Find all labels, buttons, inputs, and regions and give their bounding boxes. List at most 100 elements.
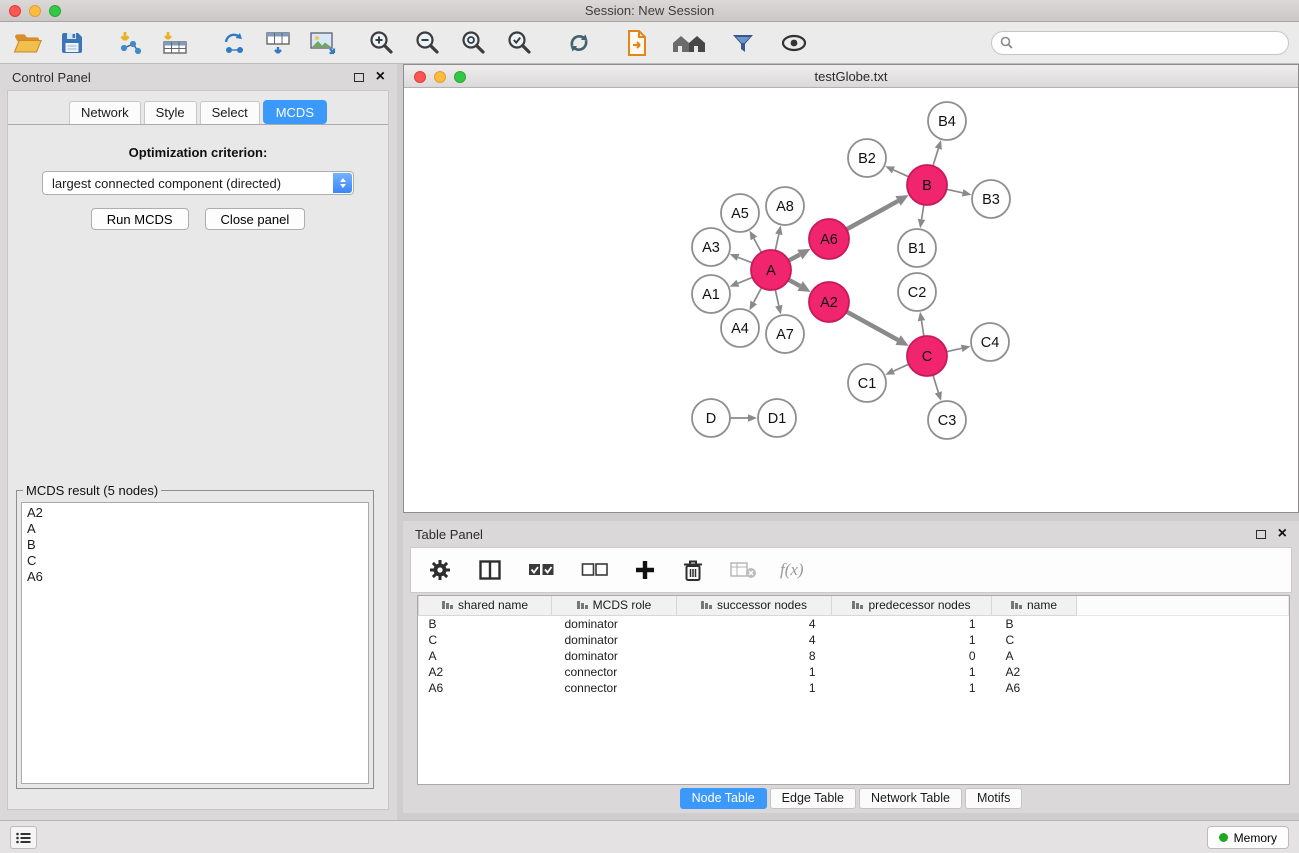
graph-node-A5[interactable]: A5 — [721, 194, 759, 232]
graph-node-B1[interactable]: B1 — [898, 229, 936, 267]
graph-edge[interactable] — [933, 375, 938, 392]
graph-edge[interactable] — [738, 277, 753, 283]
table-row[interactable]: Adominator80A — [419, 648, 1289, 664]
refresh-view-button[interactable] — [562, 28, 596, 58]
table-row[interactable]: A2connector11A2 — [419, 664, 1289, 680]
close-network-window-button[interactable] — [414, 71, 426, 83]
float-panel-icon[interactable] — [354, 73, 364, 82]
column-header-successor-nodes[interactable]: successor nodes — [677, 596, 832, 615]
graph-edge[interactable] — [922, 205, 924, 220]
add-column-button[interactable] — [631, 557, 659, 583]
close-panel-button[interactable]: Close panel — [205, 208, 306, 230]
minimize-network-window-button[interactable] — [434, 71, 446, 83]
tab-select[interactable]: Select — [200, 101, 260, 124]
graph-node-C4[interactable]: C4 — [971, 323, 1009, 361]
import-network-button[interactable] — [114, 28, 148, 58]
zoom-out-button[interactable] — [411, 27, 444, 58]
save-session-button[interactable] — [56, 28, 88, 58]
tab-node-table[interactable]: Node Table — [680, 788, 767, 809]
graph-node-B[interactable]: B — [907, 165, 947, 205]
graph-edge[interactable] — [789, 280, 801, 286]
graph-edge[interactable] — [754, 288, 762, 303]
tab-motifs[interactable]: Motifs — [965, 788, 1022, 809]
filter-button[interactable] — [726, 29, 760, 57]
close-table-panel-icon[interactable]: × — [1278, 528, 1287, 540]
close-panel-icon[interactable]: × — [376, 71, 385, 83]
graph-node-A8[interactable]: A8 — [766, 187, 804, 225]
graph-node-C2[interactable]: C2 — [898, 273, 936, 311]
zoom-fit-button[interactable] — [457, 27, 490, 58]
zoom-window-button[interactable] — [49, 5, 61, 17]
session-file-button[interactable] — [622, 27, 652, 59]
graph-node-A2[interactable]: A2 — [809, 282, 849, 322]
table-row[interactable]: Cdominator41C — [419, 632, 1289, 648]
tab-mcds[interactable]: MCDS — [263, 100, 327, 124]
graph-edge[interactable] — [738, 257, 752, 262]
search-field[interactable] — [991, 31, 1289, 55]
graph-node-A6[interactable]: A6 — [809, 219, 849, 259]
zoom-network-window-button[interactable] — [454, 71, 466, 83]
graph-edge[interactable] — [933, 149, 938, 166]
export-network-button[interactable] — [218, 28, 251, 58]
export-table-button[interactable] — [261, 28, 295, 58]
float-table-panel-icon[interactable] — [1256, 530, 1266, 539]
graph-edge[interactable] — [847, 201, 899, 229]
tab-network[interactable]: Network — [69, 101, 141, 124]
delete-column-button[interactable] — [679, 556, 707, 584]
show-columns-button[interactable] — [475, 556, 505, 584]
close-window-button[interactable] — [9, 5, 21, 17]
column-header-predecessor-nodes[interactable]: predecessor nodes — [832, 596, 992, 615]
column-header-name[interactable]: name — [992, 596, 1077, 615]
show-hide-button[interactable] — [776, 30, 812, 56]
minimize-window-button[interactable] — [29, 5, 41, 17]
search-input[interactable] — [1018, 36, 1280, 50]
deselect-all-button[interactable] — [578, 558, 611, 582]
table-row[interactable]: Bdominator41B — [419, 615, 1289, 632]
select-all-button[interactable] — [525, 558, 558, 582]
network-graph[interactable]: B4B2BB3A5A8A6A3B1AC2A1A2A4A7C4CC1DD1C3 — [404, 88, 1298, 512]
graph-edge[interactable] — [789, 255, 800, 261]
graph-node-C3[interactable]: C3 — [928, 401, 966, 439]
column-header-mcds-role[interactable]: MCDS role — [552, 596, 677, 615]
mcds-result-item[interactable]: A6 — [27, 569, 363, 585]
tab-network-table[interactable]: Network Table — [859, 788, 962, 809]
graph-node-A3[interactable]: A3 — [692, 228, 730, 266]
graph-node-A[interactable]: A — [751, 250, 791, 290]
export-image-button[interactable] — [305, 28, 339, 58]
graph-edge[interactable] — [893, 364, 908, 371]
mcds-result-item[interactable]: A2 — [27, 505, 363, 521]
column-header-shared-name[interactable]: shared name — [419, 596, 552, 615]
graph-edge[interactable] — [847, 312, 899, 340]
graph-edge[interactable] — [775, 234, 779, 250]
graph-node-D1[interactable]: D1 — [758, 399, 796, 437]
mcds-result-item[interactable]: C — [27, 553, 363, 569]
graph-edge[interactable] — [921, 321, 923, 337]
graph-edge[interactable] — [775, 290, 779, 306]
criterion-dropdown[interactable]: largest connected component (directed) — [42, 171, 354, 195]
graph-node-B4[interactable]: B4 — [928, 102, 966, 140]
tab-edge-table[interactable]: Edge Table — [770, 788, 856, 809]
delete-table-button[interactable] — [727, 558, 760, 582]
mcds-result-item[interactable]: A — [27, 521, 363, 537]
tab-style[interactable]: Style — [144, 101, 197, 124]
graph-node-C1[interactable]: C1 — [848, 364, 886, 402]
graph-node-D[interactable]: D — [692, 399, 730, 437]
graph-node-B3[interactable]: B3 — [972, 180, 1010, 218]
graph-node-A4[interactable]: A4 — [721, 309, 759, 347]
function-builder-button[interactable]: f(x) — [780, 560, 804, 580]
import-table-button[interactable] — [158, 28, 192, 58]
graph-node-A1[interactable]: A1 — [692, 275, 730, 313]
graph-edge[interactable] — [893, 170, 908, 177]
graph-node-B2[interactable]: B2 — [848, 139, 886, 177]
memory-button[interactable]: Memory — [1207, 826, 1289, 849]
zoom-selected-button[interactable] — [503, 27, 536, 58]
run-mcds-button[interactable]: Run MCDS — [91, 208, 189, 230]
graph-edge[interactable] — [947, 348, 962, 351]
graph-edge[interactable] — [754, 238, 762, 252]
graph-edge[interactable] — [947, 189, 963, 193]
graph-node-A7[interactable]: A7 — [766, 315, 804, 353]
table-settings-button[interactable] — [425, 556, 455, 584]
table-row[interactable]: A6connector11A6 — [419, 680, 1289, 696]
zoom-in-button[interactable] — [365, 27, 398, 58]
task-history-button[interactable] — [10, 826, 37, 849]
